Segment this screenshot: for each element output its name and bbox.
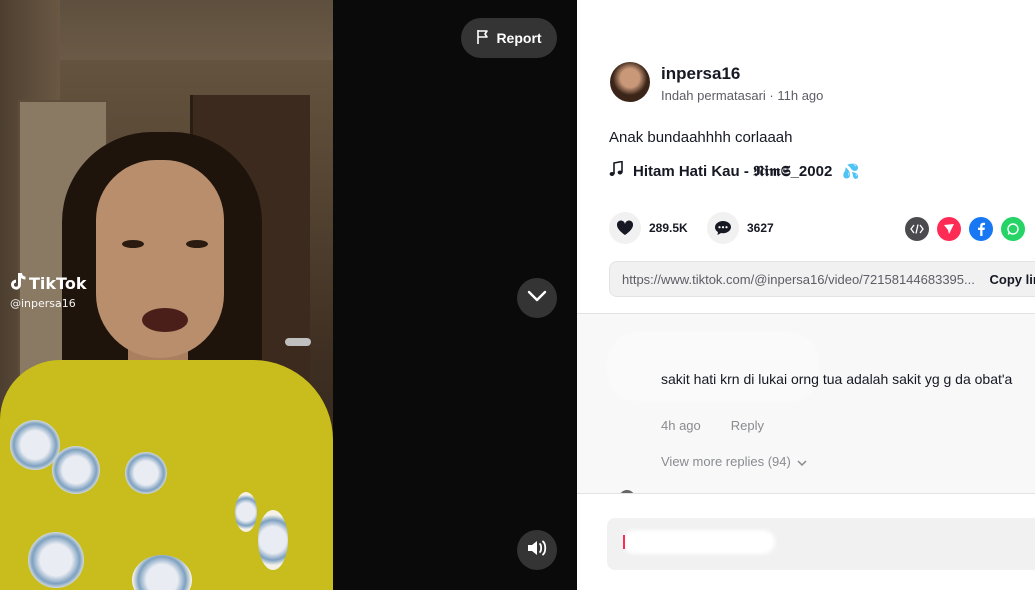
comment-composer (577, 493, 1035, 594)
author-display-name[interactable]: Indah permatasari (661, 88, 766, 103)
more-replies-label: View more replies (94) (661, 454, 791, 469)
music-note-icon (609, 160, 623, 181)
video-link-text[interactable]: https://www.tiktok.com/@inpersa16/video/… (610, 272, 989, 287)
chevron-down-icon (797, 454, 807, 469)
author-avatar[interactable] (610, 62, 650, 102)
comment-input-redacted (623, 530, 775, 554)
comment-bubble-icon (707, 212, 739, 244)
comment-time: 4h ago (661, 418, 701, 433)
video-info-panel: inpersa16 Indah permatasari · 11h ago An… (577, 0, 1035, 594)
video-door-handle (285, 338, 311, 346)
shirt-pattern (125, 452, 167, 494)
copy-link-button[interactable]: Copy link (989, 272, 1035, 287)
flag-icon (476, 29, 490, 48)
speaker-icon (527, 539, 547, 562)
tiktok-watermark: TikTok @inpersa16 (10, 272, 86, 310)
post-time: 11h ago (777, 88, 824, 103)
comment-input[interactable] (607, 518, 1035, 570)
comment-reply-button[interactable]: Reply (731, 418, 764, 433)
comment-author-redacted (607, 332, 819, 402)
video-person-eye-left (122, 240, 144, 248)
comment-button[interactable]: 3627 (707, 212, 774, 244)
chevron-down-icon (527, 289, 547, 307)
like-count: 289.5K (649, 221, 688, 235)
volume-button[interactable] (517, 530, 557, 570)
video-person-mouth (142, 308, 188, 332)
next-video-button[interactable] (517, 278, 557, 318)
view-more-replies-button[interactable]: View more replies (94) (661, 454, 807, 469)
facebook-icon[interactable] (969, 217, 993, 241)
post-caption: Anak bundaahhhh corlaaah (609, 129, 793, 146)
report-button[interactable]: Report (461, 18, 557, 58)
copy-link-box[interactable]: https://www.tiktok.com/@inpersa16/video/… (609, 261, 1035, 297)
video-frame[interactable]: TikTok @inpersa16 (0, 0, 333, 590)
music-emoji: 💦 (842, 162, 860, 179)
music-link[interactable]: Hitam Hati Kau - 𝕹𝖎𝖒𝕾_2002 💦 (609, 160, 860, 181)
video-person-eye-right (186, 240, 208, 248)
tiktok-logo-icon (10, 272, 26, 294)
embed-icon[interactable] (905, 217, 929, 241)
video-player[interactable]: TikTok @inpersa16 Report (0, 0, 577, 590)
music-title[interactable]: Hitam Hati Kau - 𝕹𝖎𝖒𝕾_2002 (633, 163, 832, 180)
whatsapp-icon[interactable] (1001, 217, 1025, 241)
comment-meta: 4h ago Reply (661, 418, 764, 433)
shirt-pattern (52, 446, 100, 494)
share-bar (905, 217, 1025, 241)
tiktok-watermark-user: @inpersa16 (10, 297, 76, 310)
comment-text: sakit hati krn di lukai orng tua adalah … (661, 371, 1013, 387)
tiktok-watermark-brand: TikTok (10, 272, 86, 294)
report-label: Report (496, 30, 542, 46)
tiktok-page: TikTok @inpersa16 Report inpersa16 Indah… (0, 0, 1035, 594)
author-subline: Indah permatasari · 11h ago (661, 88, 823, 103)
heart-icon (609, 212, 641, 244)
send-icon[interactable] (937, 217, 961, 241)
shirt-pattern (28, 532, 84, 588)
author-username[interactable]: inpersa16 (661, 64, 740, 84)
tiktok-watermark-text: TikTok (29, 273, 87, 293)
like-button[interactable]: 289.5K (609, 212, 688, 244)
shirt-pattern (258, 510, 288, 570)
text-caret (623, 535, 625, 549)
comments-list[interactable]: sakit hati krn di lukai orng tua adalah … (577, 313, 1035, 493)
comment-count: 3627 (747, 221, 774, 235)
shirt-pattern (235, 492, 257, 532)
